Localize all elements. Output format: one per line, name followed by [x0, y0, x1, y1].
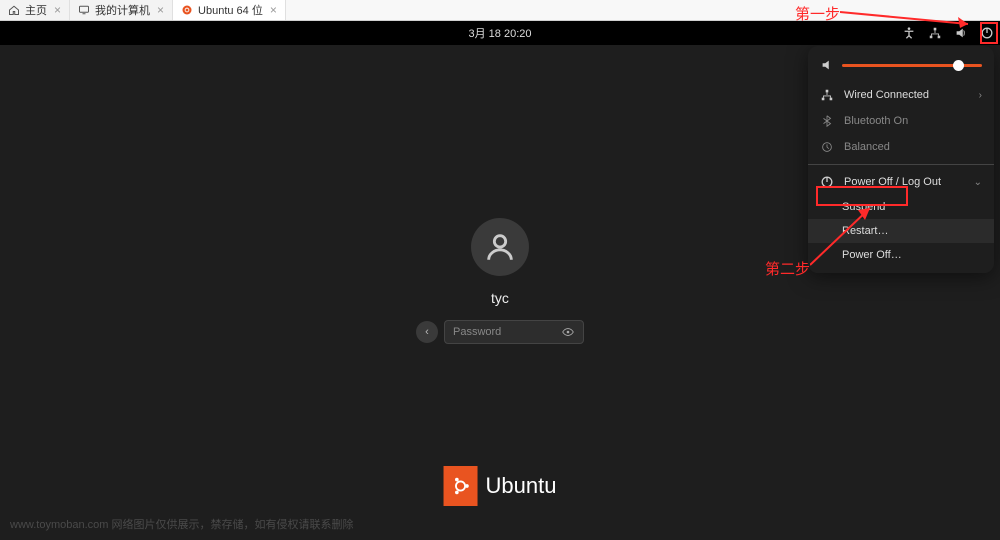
ubuntu-logo-icon	[444, 466, 478, 506]
volume-slider-row	[808, 52, 994, 82]
menu-balanced[interactable]: Balanced	[808, 134, 994, 160]
power-icon	[820, 175, 834, 189]
chevron-down-icon: ⌄	[974, 177, 982, 188]
network-icon[interactable]	[928, 26, 942, 40]
password-input[interactable]: Password	[444, 320, 584, 344]
close-icon[interactable]: ×	[54, 3, 61, 17]
ubuntu-top-bar: 3月 18 20:20	[0, 21, 1000, 45]
menu-wired[interactable]: Wired Connected ›	[808, 82, 994, 108]
bluetooth-icon	[820, 114, 834, 128]
tab-home-label: 主页	[25, 2, 47, 18]
volume-slider[interactable]	[842, 64, 982, 67]
menu-balanced-label: Balanced	[844, 141, 982, 153]
volume-icon	[820, 58, 834, 72]
close-icon[interactable]: ×	[157, 3, 164, 17]
menu-poweroff[interactable]: Power Off…	[808, 243, 994, 267]
tab-computer[interactable]: 我的计算机 ×	[70, 0, 173, 20]
password-placeholder: Password	[453, 326, 501, 338]
ubuntu-icon	[181, 4, 193, 16]
chevron-right-icon: ›	[979, 90, 982, 101]
menu-suspend[interactable]: Suspend	[808, 195, 994, 219]
menu-restart[interactable]: Restart…	[808, 219, 994, 243]
tab-home[interactable]: 主页 ×	[0, 0, 70, 20]
user-avatar[interactable]	[471, 218, 529, 276]
menu-bluetooth[interactable]: Bluetooth On	[808, 108, 994, 134]
system-menu: Wired Connected › Bluetooth On Balanced …	[808, 46, 994, 273]
power-icon[interactable]	[980, 26, 994, 40]
tab-ubuntu[interactable]: Ubuntu 64 位 ×	[173, 0, 286, 20]
volume-icon[interactable]	[954, 26, 968, 40]
system-tray[interactable]	[902, 26, 994, 40]
accessibility-icon[interactable]	[902, 26, 916, 40]
power-mode-icon	[820, 140, 834, 154]
menu-power-section[interactable]: Power Off / Log Out ⌄	[808, 169, 994, 195]
menu-power-section-label: Power Off / Log Out	[844, 176, 964, 188]
close-icon[interactable]: ×	[270, 3, 277, 17]
vm-host-tabs: 主页 × 我的计算机 × Ubuntu 64 位 ×	[0, 0, 1000, 21]
monitor-icon	[78, 4, 90, 16]
menu-bluetooth-label: Bluetooth On	[844, 115, 982, 127]
tab-ubuntu-label: Ubuntu 64 位	[198, 2, 263, 18]
login-panel: tyc ‹ Password	[416, 218, 584, 344]
watermark-text: www.toymoban.com 网络图片仅供展示，禁存储，如有侵权请联系删除	[10, 516, 353, 532]
datetime-label[interactable]: 3月 18 20:20	[469, 25, 532, 41]
annotation-step2: 第二步	[765, 258, 810, 279]
network-icon	[820, 88, 834, 102]
back-button[interactable]: ‹	[416, 321, 438, 343]
visibility-icon[interactable]	[561, 325, 575, 339]
tab-computer-label: 我的计算机	[95, 2, 150, 18]
home-icon	[8, 4, 20, 16]
menu-wired-label: Wired Connected	[844, 89, 969, 101]
menu-separator	[808, 164, 994, 165]
username-label: tyc	[416, 290, 584, 306]
ubuntu-brand: Ubuntu	[444, 466, 557, 506]
ubuntu-brand-text: Ubuntu	[486, 473, 557, 499]
